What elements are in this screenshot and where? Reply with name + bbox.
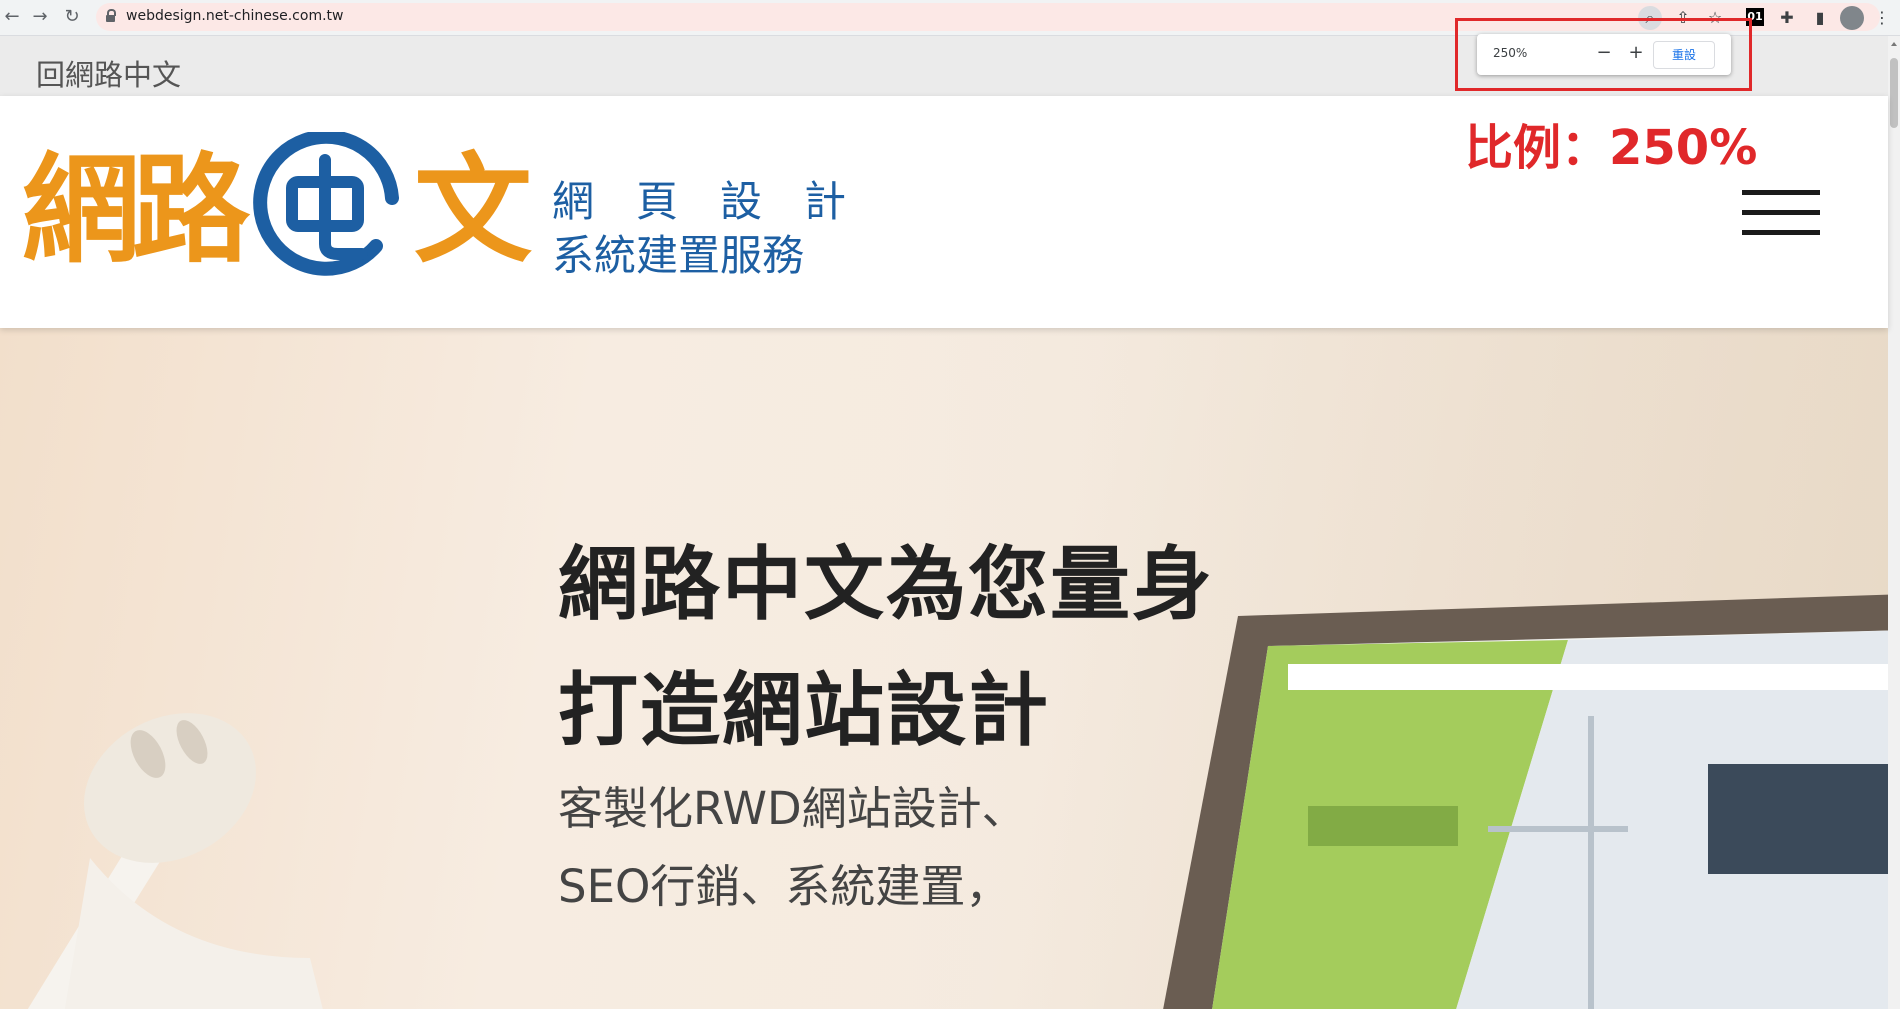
logo-char-2: 路 xyxy=(132,141,251,279)
back-home-link[interactable]: 回網路中文 xyxy=(36,52,181,94)
logo-char-1: 網 xyxy=(22,141,141,279)
scroll-up-arrow-icon[interactable] xyxy=(1891,42,1897,46)
side-panel-icon[interactable]: ▮ xyxy=(1808,6,1832,30)
url-text[interactable]: webdesign.net-chinese.com.tw xyxy=(126,8,343,24)
forward-arrow-icon[interactable]: → xyxy=(28,5,52,29)
scrollbar-thumb[interactable] xyxy=(1890,58,1898,128)
hamburger-menu-icon[interactable] xyxy=(1742,190,1820,238)
page-scrollbar[interactable] xyxy=(1888,36,1900,1009)
annotation-highlight-box xyxy=(1455,18,1752,91)
back-arrow-icon[interactable]: ← xyxy=(0,5,24,29)
reload-icon[interactable]: ↻ xyxy=(60,5,84,29)
hero-title-line2: 打造網站設計 xyxy=(558,664,1050,757)
site-logo[interactable]: 網 路 文 網 頁 設 計 系統建置服務 xyxy=(22,132,852,292)
desk-lamp-illustration xyxy=(27,713,323,1009)
laptop-illustration xyxy=(1163,594,1888,1009)
lock-icon xyxy=(106,9,116,22)
annotation-label: 比例：250% xyxy=(1465,120,1758,176)
more-menu-icon[interactable]: ⋮ xyxy=(1870,6,1894,30)
logo-tagline-line1: 網 頁 設 計 xyxy=(552,177,847,226)
hero-subtitle-line2: SEO行銷、系統建置， xyxy=(558,860,1011,913)
hero-subtitle-line1: 客製化RWD網站設計、 xyxy=(558,782,1027,835)
extensions-puzzle-icon[interactable]: ✚ xyxy=(1775,6,1799,30)
profile-avatar[interactable] xyxy=(1840,6,1864,30)
hero-title-line1: 網路中文為您量身 xyxy=(558,538,1214,631)
logo-tagline-line2: 系統建置服務 xyxy=(552,231,805,280)
hero-banner: 網路中文為您量身 打造網站設計 客製化RWD網站設計、 SEO行銷、系統建置， xyxy=(0,328,1888,1009)
logo-circle-icon xyxy=(253,132,399,276)
logo-char-3: 文 xyxy=(414,141,533,279)
